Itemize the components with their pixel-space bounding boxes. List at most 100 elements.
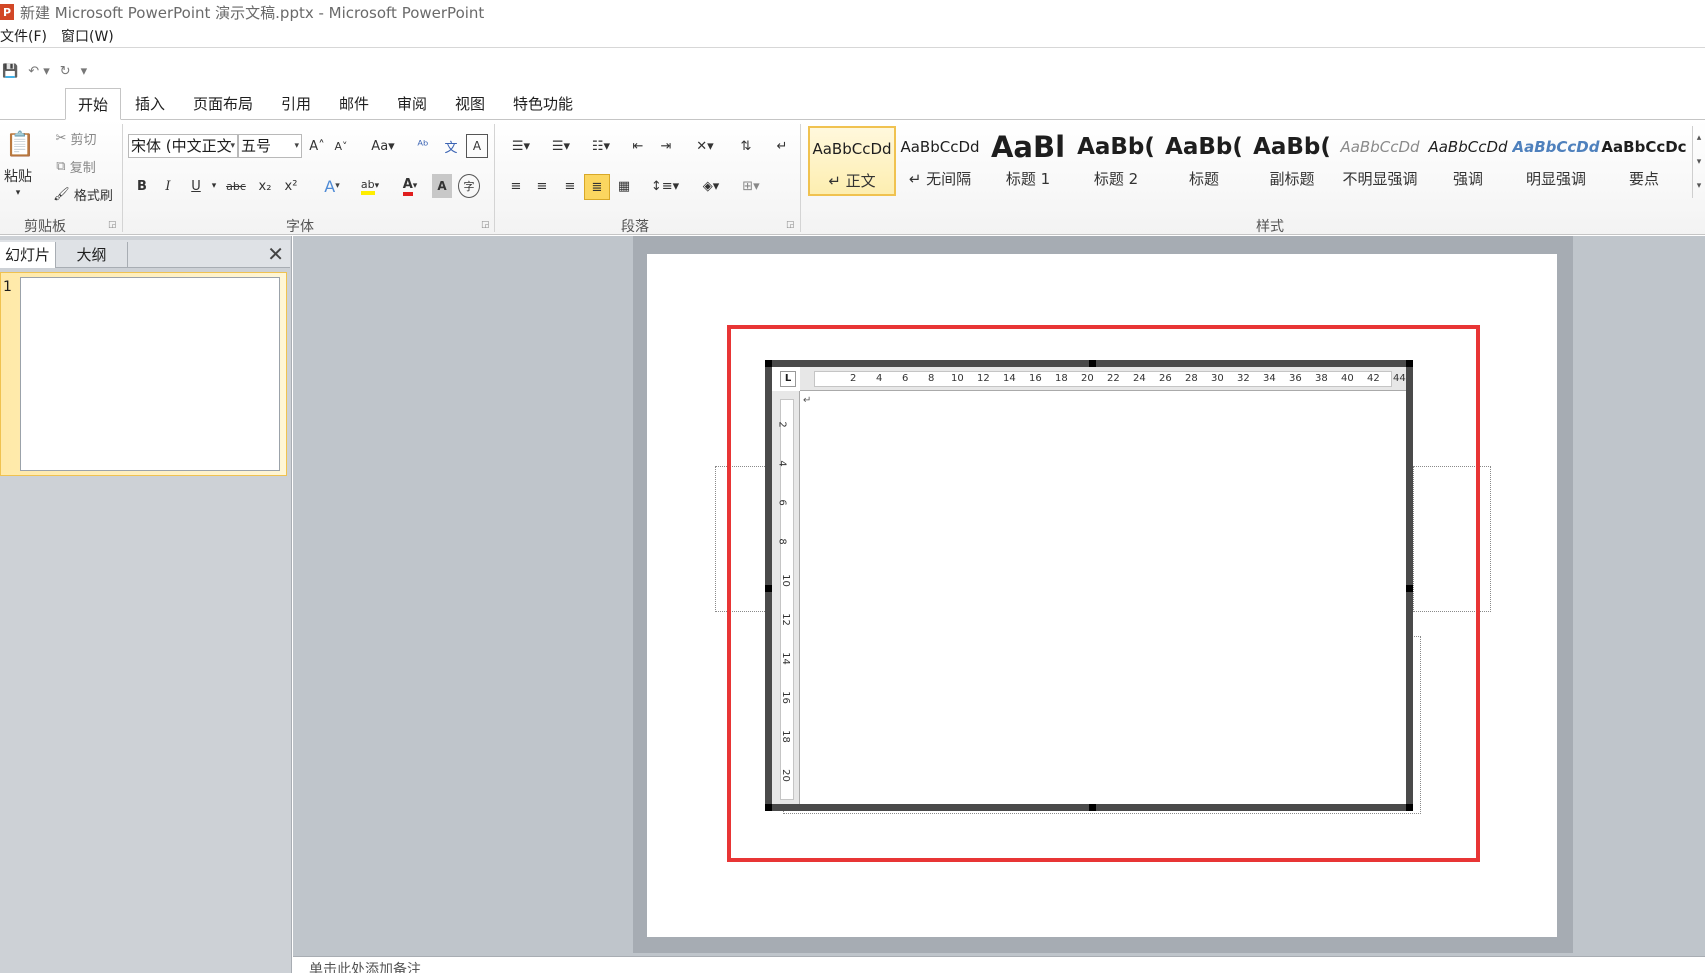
underline-button[interactable]: U bbox=[186, 174, 206, 198]
tab-insert[interactable]: 插入 bbox=[128, 88, 172, 120]
borders-icon[interactable]: ⊞▾ bbox=[734, 174, 768, 198]
document-area[interactable]: 2 4 6 8 10 12 14 16 18 20 22 24 26 28 30… bbox=[772, 367, 1406, 804]
shading-icon[interactable]: ◈▾ bbox=[694, 174, 728, 198]
text-effects-button[interactable]: A ▾ bbox=[316, 174, 348, 198]
font-size-combo[interactable]: 五号 ▾ bbox=[238, 134, 302, 158]
line-spacing-icon[interactable]: ↕≡▾ bbox=[648, 174, 682, 198]
pane-tabs: 幻灯片 大纲 ✕ bbox=[0, 240, 290, 268]
cut-button[interactable]: ✂ 剪切 bbox=[48, 128, 104, 148]
paragraph-launcher-icon[interactable]: ◲ bbox=[786, 220, 795, 230]
styles-scroll[interactable]: ▴ ▾ ▾ bbox=[1692, 126, 1705, 198]
enclose-characters-button[interactable]: 字 bbox=[458, 174, 480, 198]
align-center-icon[interactable]: ≡ bbox=[530, 174, 554, 198]
paste-button[interactable]: 粘贴 bbox=[0, 166, 36, 186]
sort-icon[interactable]: ⇅ bbox=[734, 134, 758, 158]
undo-icon[interactable]: ↶ ▾ bbox=[28, 64, 50, 79]
tab-outline[interactable]: 大纲 bbox=[56, 242, 128, 268]
notes-pane[interactable]: 单击此处添加备注 bbox=[293, 956, 1705, 973]
resize-handle[interactable] bbox=[1406, 360, 1413, 367]
save-icon[interactable]: 💾 bbox=[2, 64, 18, 79]
horizontal-ruler[interactable]: 2 4 6 8 10 12 14 16 18 20 22 24 26 28 30… bbox=[800, 367, 1406, 391]
underline-dropdown-icon[interactable]: ▾ bbox=[208, 174, 220, 198]
embedded-word-object[interactable]: 2 4 6 8 10 12 14 16 18 20 22 24 26 28 30… bbox=[765, 360, 1413, 811]
style-emphasis[interactable]: AaBbCcDd 强调 bbox=[1424, 126, 1512, 196]
style-title[interactable]: AaBb( 标题 bbox=[1160, 126, 1248, 196]
resize-handle[interactable] bbox=[1406, 585, 1413, 592]
tab-slides[interactable]: 幻灯片 bbox=[0, 242, 56, 268]
tab-view[interactable]: 视图 bbox=[448, 88, 492, 120]
increase-indent-icon[interactable]: ⇥ bbox=[654, 134, 678, 158]
tab-home[interactable]: 开始 bbox=[65, 88, 121, 120]
resize-handle[interactable] bbox=[1089, 804, 1096, 811]
tab-special-features[interactable]: 特色功能 bbox=[508, 88, 578, 120]
resize-handle[interactable] bbox=[1089, 360, 1096, 367]
tab-page-layout[interactable]: 页面布局 bbox=[188, 88, 258, 120]
tab-references[interactable]: 引用 bbox=[274, 88, 318, 120]
slide-number: 1 bbox=[3, 279, 12, 295]
resize-handle[interactable] bbox=[765, 585, 772, 592]
style-subtitle[interactable]: AaBb( 副标题 bbox=[1248, 126, 1336, 196]
group-separator bbox=[494, 124, 495, 232]
highlight-button[interactable]: ab ▾ bbox=[352, 174, 388, 198]
change-case-icon[interactable]: Aa▾ bbox=[368, 134, 398, 158]
resize-handle[interactable] bbox=[765, 360, 772, 367]
redo-icon[interactable]: ↻ bbox=[60, 64, 71, 79]
bold-button[interactable]: B bbox=[132, 174, 152, 198]
subscript-button[interactable]: x₂ bbox=[254, 174, 276, 198]
chevron-up-icon[interactable]: ▴ bbox=[1697, 133, 1702, 143]
justify-icon[interactable]: ≣ bbox=[584, 174, 610, 200]
copy-button[interactable]: ⧉ 复制 bbox=[48, 156, 104, 176]
clear-format-icon[interactable]: ᴬᵇ bbox=[412, 134, 434, 158]
numbering-icon[interactable]: ☰▾ bbox=[544, 134, 578, 158]
multilevel-list-icon[interactable]: ☷▾ bbox=[584, 134, 618, 158]
asian-layout-icon[interactable]: ✕▾ bbox=[688, 134, 722, 158]
distributed-icon[interactable]: ▦ bbox=[612, 174, 636, 198]
align-right-icon[interactable]: ≡ bbox=[558, 174, 582, 198]
show-paragraph-marks-icon[interactable]: ↵ bbox=[772, 134, 792, 158]
close-icon[interactable]: ✕ bbox=[267, 240, 284, 268]
italic-button[interactable]: I bbox=[158, 174, 178, 198]
font-color-button[interactable]: A ▾ bbox=[392, 174, 428, 198]
font-name-combo[interactable]: 宋体 (中文正文 ▾ bbox=[128, 134, 238, 158]
font-launcher-icon[interactable]: ◲ bbox=[481, 220, 490, 230]
ruler-tick: 22 bbox=[1107, 373, 1120, 384]
style-heading-2[interactable]: AaBb( 标题 2 bbox=[1072, 126, 1160, 196]
customize-icon[interactable]: ▾ bbox=[81, 64, 88, 79]
slides-pane: 幻灯片 大纲 ✕ 1 bbox=[0, 236, 292, 973]
slide[interactable]: 2 4 6 8 10 12 14 16 18 20 22 24 26 28 30… bbox=[647, 254, 1557, 937]
style-normal[interactable]: AaBbCcDd ↵ 正文 bbox=[808, 126, 896, 196]
bullets-icon[interactable]: ☰▾ bbox=[504, 134, 538, 158]
shrink-font-icon[interactable]: A˅ bbox=[330, 134, 352, 158]
character-shading-button[interactable]: A bbox=[432, 174, 452, 198]
more-styles-icon[interactable]: ▾ bbox=[1697, 181, 1702, 191]
align-left-icon[interactable]: ≡ bbox=[504, 174, 528, 198]
style-strong[interactable]: AaBbCcDc 要点 bbox=[1600, 126, 1688, 196]
superscript-button[interactable]: x² bbox=[280, 174, 302, 198]
chevron-down-icon[interactable]: ▾ bbox=[1697, 157, 1702, 167]
menu-window[interactable]: 窗口(W) bbox=[61, 26, 114, 46]
grow-font-icon[interactable]: A˄ bbox=[306, 134, 328, 158]
decrease-indent-icon[interactable]: ⇤ bbox=[626, 134, 650, 158]
style-intense-emphasis[interactable]: AaBbCcDd 明显强调 bbox=[1512, 126, 1600, 196]
notes-placeholder[interactable]: 单击此处添加备注 bbox=[309, 959, 421, 973]
format-painter-button[interactable]: 🖌 格式刷 bbox=[48, 184, 118, 204]
clipboard-launcher-icon[interactable]: ◲ bbox=[108, 220, 117, 230]
resize-handle[interactable] bbox=[1406, 804, 1413, 811]
character-border-icon[interactable]: A bbox=[466, 134, 488, 158]
tab-mailings[interactable]: 邮件 bbox=[332, 88, 376, 120]
style-no-spacing[interactable]: AaBbCcDd ↵ 无间隔 bbox=[896, 126, 984, 196]
vertical-ruler[interactable]: 2 4 6 8 10 12 14 16 18 20 bbox=[772, 391, 800, 804]
tab-review[interactable]: 审阅 bbox=[390, 88, 434, 120]
paste-dropdown-icon[interactable]: ▾ bbox=[8, 186, 28, 200]
menu-file[interactable]: 文件(F) bbox=[0, 26, 47, 46]
phonetic-guide-icon[interactable]: 文 bbox=[440, 134, 462, 158]
slide-thumbnail[interactable] bbox=[20, 277, 280, 471]
style-subtle-emphasis[interactable]: AaBbCcDd 不明显强调 bbox=[1336, 126, 1424, 196]
paste-icon[interactable]: 📋 bbox=[2, 126, 38, 162]
resize-handle[interactable] bbox=[765, 804, 772, 811]
style-heading-1[interactable]: AaBl 标题 1 bbox=[984, 126, 1072, 196]
tab-stop-selector[interactable]: L bbox=[780, 371, 796, 387]
ruler-tick: 16 bbox=[1029, 373, 1042, 384]
slide-thumbnail-item[interactable]: 1 bbox=[0, 272, 287, 476]
strikethrough-button[interactable]: abc bbox=[222, 174, 250, 198]
